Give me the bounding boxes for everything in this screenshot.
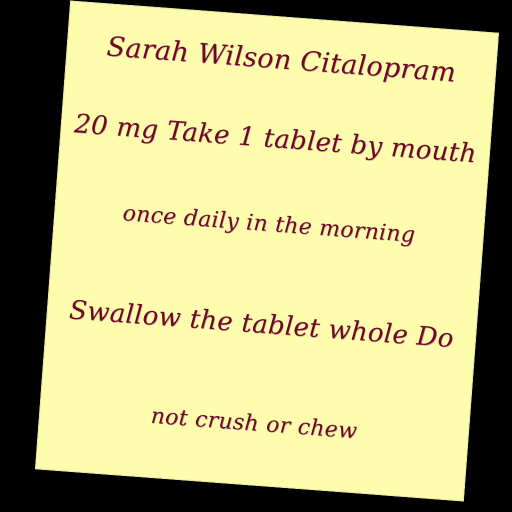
note-line-3: once daily in the morning <box>121 201 417 249</box>
canvas: Sarah Wilson Citalopram 20 mg Take 1 tab… <box>0 0 512 512</box>
note-line-2: 20 mg Take 1 tablet by mouth <box>73 109 478 170</box>
note-line-5: not crush or chew <box>149 403 359 445</box>
sticky-note: Sarah Wilson Citalopram 20 mg Take 1 tab… <box>34 0 500 502</box>
note-line-4: Swallow the tablet whole Do <box>68 295 455 355</box>
note-line-1: Sarah Wilson Citalopram <box>105 31 458 89</box>
